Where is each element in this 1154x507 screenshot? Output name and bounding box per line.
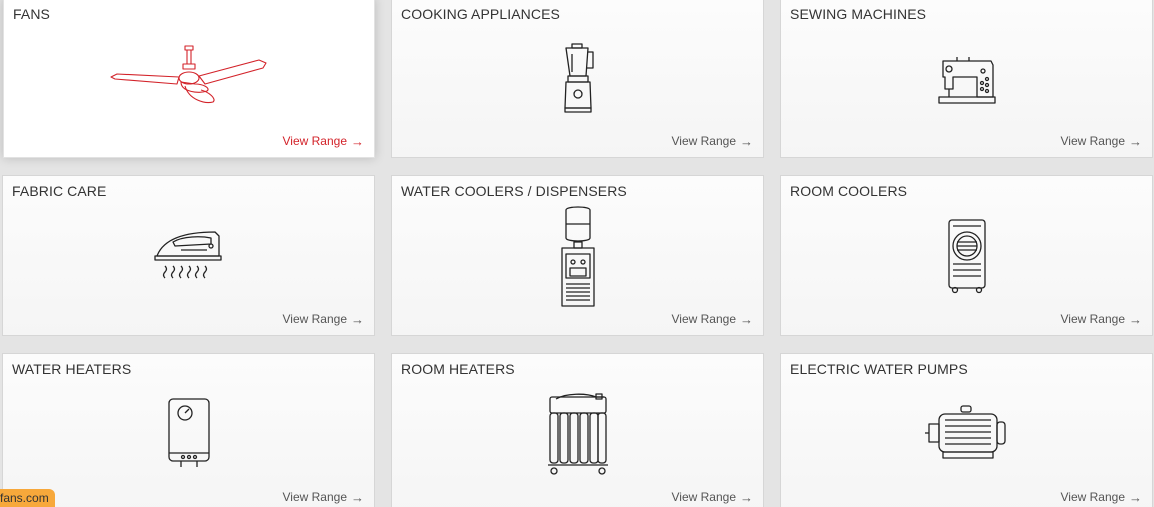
air-cooler-icon bbox=[947, 219, 986, 294]
sewing-machine-icon bbox=[937, 57, 996, 104]
view-range-link[interactable]: View Range → bbox=[1061, 134, 1143, 148]
view-range-link[interactable]: View Range → bbox=[283, 490, 365, 504]
blender-icon bbox=[563, 43, 594, 113]
category-card-electric-water-pumps[interactable]: ELECTRIC WATER PUMPS View Range → bbox=[780, 353, 1153, 507]
arrow-right-icon: → bbox=[351, 311, 364, 327]
category-title: FANS bbox=[13, 6, 50, 22]
category-title: FABRIC CARE bbox=[12, 183, 107, 199]
category-card-cooking-appliances[interactable]: COOKING APPLIANCES View Range → bbox=[391, 0, 764, 158]
category-title: ELECTRIC WATER PUMPS bbox=[790, 361, 968, 377]
site-tag[interactable]: fans.com bbox=[0, 489, 55, 507]
category-grid: FANS View Range → COOKING APPLIANCES Vie… bbox=[0, 0, 1154, 507]
arrow-right-icon: → bbox=[351, 133, 364, 149]
category-title: ROOM HEATERS bbox=[401, 361, 515, 377]
view-range-link[interactable]: View Range → bbox=[672, 312, 754, 326]
category-card-sewing-machines[interactable]: SEWING MACHINES View Range → bbox=[780, 0, 1153, 158]
view-range-link[interactable]: View Range → bbox=[283, 134, 365, 148]
oil-heater-icon bbox=[547, 393, 608, 475]
category-card-fans[interactable]: FANS View Range → bbox=[3, 0, 375, 158]
category-card-fabric-care[interactable]: FABRIC CARE View Range → bbox=[2, 175, 375, 336]
water-dispenser-icon bbox=[560, 206, 595, 307]
water-heater-icon bbox=[167, 398, 210, 467]
arrow-right-icon: → bbox=[351, 489, 364, 505]
view-range-link[interactable]: View Range → bbox=[283, 312, 365, 326]
arrow-right-icon: → bbox=[740, 133, 753, 149]
category-card-water-heaters[interactable]: WATER HEATERS View Range → bbox=[2, 353, 375, 507]
view-range-link[interactable]: View Range → bbox=[1061, 312, 1143, 326]
category-title: ROOM COOLERS bbox=[790, 183, 908, 199]
arrow-right-icon: → bbox=[740, 489, 753, 505]
view-range-link[interactable]: View Range → bbox=[672, 134, 754, 148]
arrow-right-icon: → bbox=[1129, 489, 1142, 505]
category-title: WATER COOLERS / DISPENSERS bbox=[401, 183, 627, 199]
ceiling-fan-icon bbox=[110, 45, 267, 104]
category-card-water-coolers-dispensers[interactable]: WATER COOLERS / DISPENSERS View Range → bbox=[391, 175, 764, 336]
category-title: COOKING APPLIANCES bbox=[401, 6, 560, 22]
view-range-link[interactable]: View Range → bbox=[672, 490, 754, 504]
arrow-right-icon: → bbox=[740, 311, 753, 327]
category-title: SEWING MACHINES bbox=[790, 6, 927, 22]
category-card-room-coolers[interactable]: ROOM COOLERS View Range → bbox=[780, 175, 1153, 336]
arrow-right-icon: → bbox=[1129, 311, 1142, 327]
category-title: WATER HEATERS bbox=[12, 361, 132, 377]
category-card-room-heaters[interactable]: ROOM HEATERS View Range → bbox=[391, 353, 764, 507]
view-range-link[interactable]: View Range → bbox=[1061, 490, 1143, 504]
iron-icon bbox=[153, 231, 222, 279]
water-pump-icon bbox=[924, 405, 1006, 459]
arrow-right-icon: → bbox=[1129, 133, 1142, 149]
